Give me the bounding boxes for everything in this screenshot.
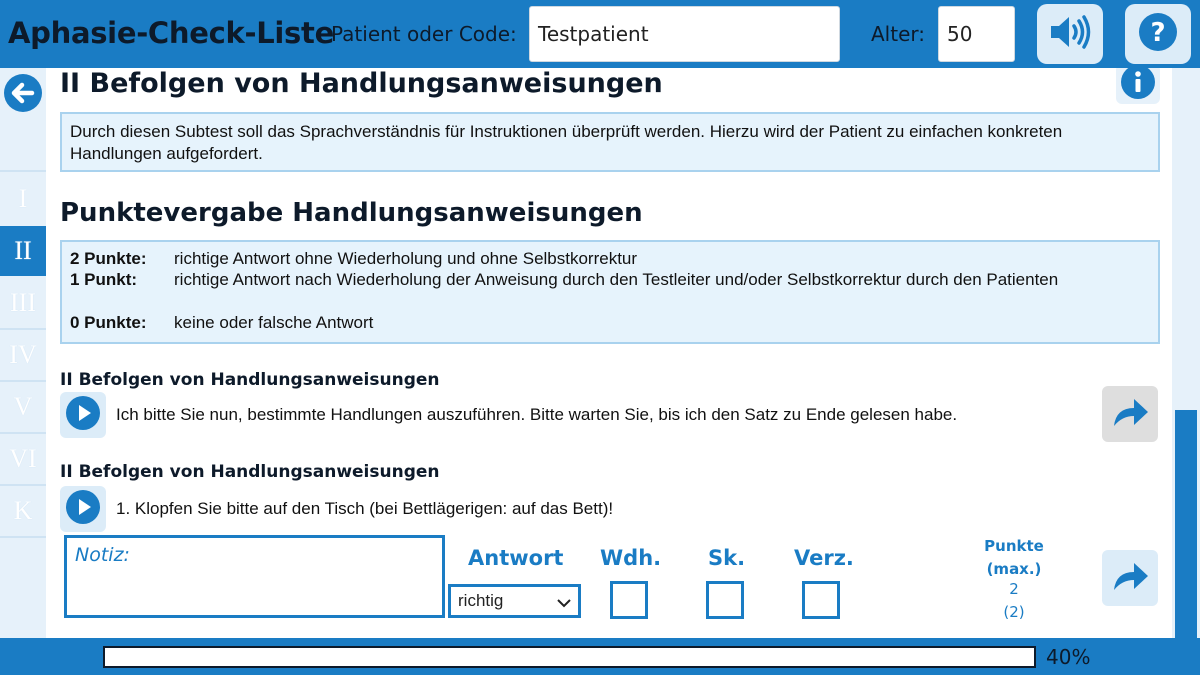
self-correction-checkbox[interactable] — [706, 581, 744, 619]
points-label: Punkte (max.) — [984, 537, 1044, 578]
sidebar-item-k[interactable]: K — [0, 486, 46, 536]
answer-label: Antwort — [468, 546, 564, 570]
divider — [0, 536, 46, 538]
scrollbar-thumb[interactable] — [1175, 410, 1197, 638]
forward-arrow-icon — [1110, 394, 1150, 434]
play-icon — [64, 394, 102, 436]
header-bar: Aphasie-Check-Liste Patient oder Code: T… — [0, 0, 1200, 68]
next-button[interactable] — [1102, 386, 1158, 442]
sidebar-item-label: III — [10, 288, 36, 317]
speaker-icon — [1047, 12, 1093, 56]
scoring-desc: keine oder falsche Antwort — [174, 313, 374, 332]
points-max: (2) — [1003, 603, 1025, 621]
info-button[interactable] — [1116, 68, 1160, 104]
scoring-title: Punktevergabe Handlungsanweisungen — [60, 198, 643, 228]
forward-arrow-icon — [1110, 558, 1150, 598]
scoring-box: 2 Punkte: richtige Antwort ohne Wiederho… — [60, 240, 1160, 344]
footer-bar: 40% — [0, 638, 1200, 675]
patient-label: Patient oder Code: — [331, 22, 517, 46]
sidebar-item-iii[interactable]: III — [0, 278, 46, 328]
sound-button[interactable] — [1037, 4, 1103, 64]
progress-text: 40% — [1046, 645, 1091, 669]
scoring-row: 2 Punkte: richtige Antwort ohne Wiederho… — [70, 248, 1150, 269]
back-button[interactable] — [2, 74, 44, 116]
sidebar-item-vi[interactable]: VI — [0, 434, 46, 484]
instruction-text: Ich bitte Sie nun, bestimmte Handlungen … — [116, 405, 958, 424]
next-item-button[interactable] — [1102, 550, 1158, 606]
scrollbar[interactable] — [1172, 68, 1200, 638]
play-instruction-button[interactable] — [60, 392, 106, 438]
play-icon — [64, 488, 102, 530]
notes-field[interactable]: Notiz: — [64, 535, 445, 618]
page-title: II Befolgen von Handlungsanweisungen — [60, 68, 663, 99]
sidebar-item-v[interactable]: V — [0, 382, 46, 432]
repetition-checkbox[interactable] — [610, 581, 648, 619]
help-button[interactable]: ? — [1125, 4, 1191, 64]
sidebar-item-label: K — [13, 496, 33, 525]
repetition-label: Wdh. — [600, 546, 662, 570]
self-correction-label: Sk. — [708, 546, 746, 570]
scoring-points: 1 Punkt: — [70, 270, 138, 289]
points-value: 2 — [1009, 580, 1019, 598]
age-input[interactable]: 50 — [938, 6, 1015, 62]
progress-bar — [103, 646, 1036, 668]
help-icon: ? — [1137, 11, 1179, 57]
sidebar-item-label: VI — [9, 444, 37, 473]
subtest-description: Durch diesen Subtest soll das Sprachvers… — [60, 112, 1160, 172]
sidebar-item-iv[interactable]: IV — [0, 330, 46, 380]
scoring-points: 2 Punkte: — [70, 249, 147, 268]
play-item-button[interactable] — [60, 486, 106, 532]
scoring-row: 0 Punkte: keine oder falsche Antwort — [70, 312, 1150, 333]
item-text: 1. Klopfen Sie bitte auf den Tisch (bei … — [116, 499, 614, 518]
sidebar-item-label: II — [14, 236, 32, 265]
delay-checkbox[interactable] — [802, 581, 840, 619]
scoring-desc: richtige Antwort nach Wiederholung der A… — [174, 270, 1059, 289]
answer-select-value: richtig — [458, 591, 504, 610]
svg-text:?: ? — [1150, 18, 1165, 48]
chevron-down-icon — [556, 594, 572, 614]
app-title: Aphasie-Check-Liste — [8, 16, 334, 50]
main-content: II Befolgen von Handlungsanweisungen Dur… — [46, 68, 1172, 638]
divider — [0, 170, 46, 172]
section-heading: II Befolgen von Handlungsanweisungen — [60, 462, 440, 482]
scoring-row: 1 Punkt: richtige Antwort nach Wiederhol… — [70, 269, 1150, 312]
scoring-desc: richtige Antwort ohne Wiederholung und o… — [174, 249, 638, 268]
sidebar-item-label: V — [13, 392, 33, 421]
sidebar-item-ii[interactable]: II — [0, 226, 46, 276]
age-label: Alter: — [871, 22, 925, 46]
sidebar-item-label: I — [18, 184, 28, 213]
section-sidebar: I II III IV V VI K — [0, 68, 46, 638]
info-icon — [1119, 68, 1157, 105]
progress-fill — [105, 648, 477, 666]
sidebar-item-label: IV — [9, 340, 37, 369]
patient-input[interactable]: Testpatient — [529, 6, 840, 62]
delay-label: Verz. — [794, 546, 854, 570]
section-heading: II Befolgen von Handlungsanweisungen — [60, 370, 440, 390]
back-arrow-icon — [3, 73, 43, 117]
scoring-points: 0 Punkte: — [70, 313, 147, 332]
sidebar-item-i[interactable]: I — [0, 174, 46, 224]
answer-select[interactable]: richtig — [448, 584, 581, 618]
